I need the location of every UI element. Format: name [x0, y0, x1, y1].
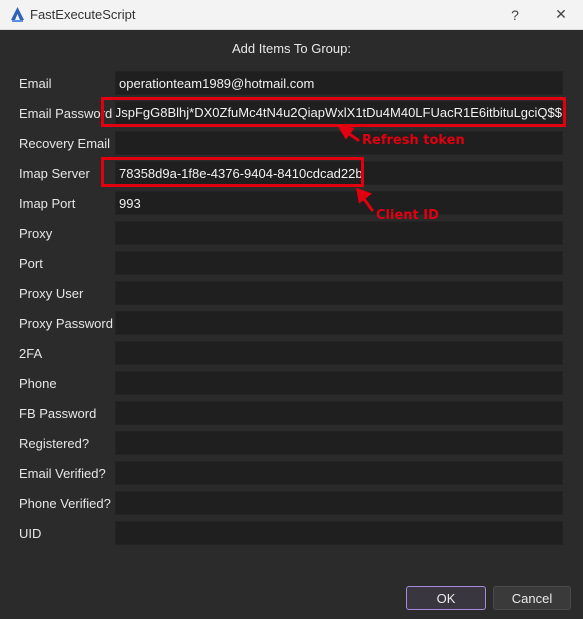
proxy-label: Proxy — [19, 226, 53, 241]
email-password-value: …qs3JspFgG8Blhj*DX0ZfuMc4tN4u2QiapWxlX1t… — [115, 105, 562, 120]
recovery-email-label: Recovery Email — [19, 136, 111, 151]
fb-password-field[interactable] — [115, 401, 563, 425]
email-field[interactable] — [115, 71, 563, 95]
dialog-heading: Add Items To Group: — [232, 41, 351, 56]
window-title: FastExecuteScript — [30, 7, 136, 22]
recovery-email-field[interactable] — [115, 131, 563, 155]
imap-server-field[interactable] — [115, 161, 563, 185]
refresh-token-annotation: Refresh token — [362, 133, 465, 148]
ok-button[interactable]: OK — [406, 586, 486, 610]
email-password-label: Email Password — [19, 106, 113, 121]
phone-verified-label: Phone Verified? — [19, 496, 111, 511]
fb-password-label: FB Password — [19, 406, 97, 421]
twofa-field[interactable] — [115, 341, 563, 365]
close-icon[interactable]: ✕ — [539, 0, 583, 29]
proxy-password-label: Proxy Password — [19, 316, 113, 331]
port-field[interactable] — [115, 251, 563, 275]
help-icon[interactable]: ? — [493, 0, 537, 29]
proxy-user-label: Proxy User — [19, 286, 84, 301]
registered-label: Registered? — [19, 436, 90, 451]
email-verified-label: Email Verified? — [19, 466, 106, 481]
imap-port-label: Imap Port — [19, 196, 76, 211]
phone-label: Phone — [19, 376, 57, 391]
proxy-user-field[interactable] — [115, 281, 563, 305]
imap-port-field[interactable] — [115, 191, 563, 215]
email-label: Email — [19, 76, 52, 91]
client-id-annotation: Client ID — [376, 208, 439, 223]
proxy-field[interactable] — [115, 221, 563, 245]
dialog-window: FastExecuteScript ? ✕ Add Items To Group… — [0, 0, 583, 619]
phone-field[interactable] — [115, 371, 563, 395]
port-label: Port — [19, 256, 43, 271]
title-bar: FastExecuteScript ? ✕ — [0, 0, 583, 30]
email-verified-field[interactable] — [115, 461, 563, 485]
phone-verified-field[interactable] — [115, 491, 563, 515]
uid-field[interactable] — [115, 521, 563, 545]
email-password-field[interactable]: …qs3JspFgG8Blhj*DX0ZfuMc4tN4u2QiapWxlX1t… — [115, 101, 563, 125]
registered-field[interactable] — [115, 431, 563, 455]
uid-label: UID — [19, 526, 42, 541]
imap-server-label: Imap Server — [19, 166, 90, 181]
proxy-password-field[interactable] — [115, 311, 563, 335]
cancel-button[interactable]: Cancel — [493, 586, 571, 610]
twofa-label: 2FA — [19, 346, 43, 361]
app-logo-icon — [11, 7, 24, 22]
